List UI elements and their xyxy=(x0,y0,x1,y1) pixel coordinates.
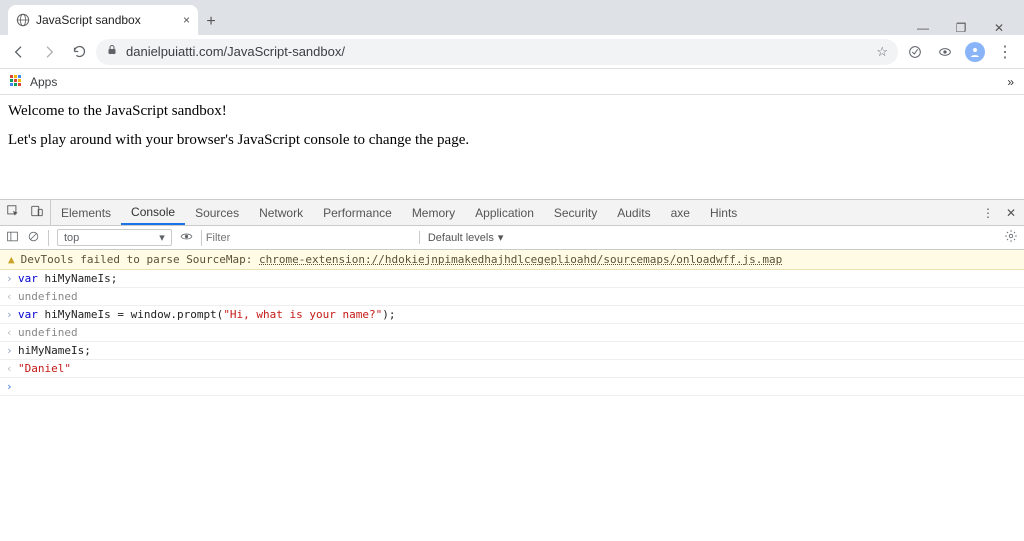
globe-icon xyxy=(16,13,30,27)
page-line-2: Let's play around with your browser's Ja… xyxy=(8,132,1016,149)
tab-title: JavaScript sandbox xyxy=(36,13,177,27)
back-button[interactable] xyxy=(6,39,32,65)
devtools-tab-sources[interactable]: Sources xyxy=(185,200,249,225)
apps-label[interactable]: Apps xyxy=(30,75,57,89)
clear-console-icon[interactable] xyxy=(27,230,40,246)
chevron-down-icon: ▾ xyxy=(498,231,504,244)
console-input-line: ›hiMyNameIs; xyxy=(0,342,1024,360)
devtools-left-controls xyxy=(0,200,51,225)
maximize-button[interactable]: ❐ xyxy=(954,21,968,35)
console-body[interactable]: ›var hiMyNameIs; ‹undefined ›var hiMyNam… xyxy=(0,270,1024,396)
tab-strip: JavaScript sandbox × + — ❐ ✕ xyxy=(0,0,1024,35)
device-icon[interactable] xyxy=(30,204,44,221)
lock-icon xyxy=(106,44,118,59)
close-icon[interactable]: × xyxy=(183,13,190,27)
console-sidebar-icon[interactable] xyxy=(6,230,19,246)
star-icon[interactable]: ☆ xyxy=(876,44,888,60)
devtools-tab-memory[interactable]: Memory xyxy=(402,200,465,225)
apps-icon[interactable] xyxy=(10,75,24,89)
console-input-line: ›var hiMyNameIs = window.prompt("Hi, wha… xyxy=(0,306,1024,324)
console-output-line: ‹undefined xyxy=(0,324,1024,342)
devtools-tab-console[interactable]: Console xyxy=(121,200,185,225)
devtools-menu-icon[interactable]: ⋮ xyxy=(982,206,994,220)
chevron-down-icon: ▾ xyxy=(159,231,165,244)
inspect-icon[interactable] xyxy=(6,204,20,221)
warning-link[interactable]: chrome-extension://hdokiejnpimakedhajhdl… xyxy=(259,253,782,266)
log-levels-selector[interactable]: Default levels ▾ xyxy=(419,231,504,244)
console-toolbar: top▾ Default levels ▾ xyxy=(0,226,1024,250)
profile-avatar[interactable] xyxy=(962,39,988,65)
console-output-line: ‹undefined xyxy=(0,288,1024,306)
console-input-line: ›var hiMyNameIs; xyxy=(0,270,1024,288)
url-text: danielpuiatti.com/JavaScript-sandbox/ xyxy=(126,44,868,59)
devtools-tab-axe[interactable]: axe xyxy=(661,200,700,225)
context-selector[interactable]: top▾ xyxy=(57,229,172,246)
live-expression-icon[interactable] xyxy=(180,230,193,246)
devtools-tabbar: ElementsConsoleSourcesNetworkPerformance… xyxy=(0,200,1024,226)
window-controls: — ❐ ✕ xyxy=(916,15,1024,35)
warning-icon: ▲ xyxy=(8,253,15,266)
devtools-right-controls: ⋮ ✕ xyxy=(974,200,1024,225)
browser-tab[interactable]: JavaScript sandbox × xyxy=(8,5,198,35)
new-tab-button[interactable]: + xyxy=(198,9,224,35)
devtools-tab-hints[interactable]: Hints xyxy=(700,200,747,225)
browser-toolbar: danielpuiatti.com/JavaScript-sandbox/ ☆ … xyxy=(0,35,1024,69)
console-output-line: ‹"Daniel" xyxy=(0,360,1024,378)
devtools-tab-application[interactable]: Application xyxy=(465,200,544,225)
devtools-tab-audits[interactable]: Audits xyxy=(607,200,660,225)
devtools-tab-performance[interactable]: Performance xyxy=(313,200,402,225)
console-settings-icon[interactable] xyxy=(1004,229,1018,246)
devtools-panel: ElementsConsoleSourcesNetworkPerformance… xyxy=(0,199,1024,396)
browser-menu-button[interactable]: ⋮ xyxy=(992,39,1018,65)
page-line-1: Welcome to the JavaScript sandbox! xyxy=(8,103,1016,120)
console-warning: ▲ DevTools failed to parse SourceMap: ch… xyxy=(0,250,1024,270)
extension-icon-1[interactable] xyxy=(902,39,928,65)
console-prompt: › xyxy=(0,378,1024,396)
devtools-tab-network[interactable]: Network xyxy=(249,200,313,225)
devtools-tab-security[interactable]: Security xyxy=(544,200,607,225)
devtools-close-icon[interactable]: ✕ xyxy=(1006,206,1016,220)
minimize-button[interactable]: — xyxy=(916,21,930,35)
devtools-tab-elements[interactable]: Elements xyxy=(51,200,121,225)
bookmarks-bar: Apps » xyxy=(0,69,1024,95)
close-window-button[interactable]: ✕ xyxy=(992,21,1006,35)
reload-button[interactable] xyxy=(66,39,92,65)
page-content: Welcome to the JavaScript sandbox! Let's… xyxy=(0,95,1024,199)
eye-icon[interactable] xyxy=(932,39,958,65)
console-filter-input[interactable] xyxy=(201,230,411,246)
bookmarks-overflow-icon[interactable]: » xyxy=(1007,75,1014,89)
warning-text: DevTools failed to parse SourceMap: xyxy=(21,253,259,266)
address-bar[interactable]: danielpuiatti.com/JavaScript-sandbox/ ☆ xyxy=(96,39,898,65)
forward-button[interactable] xyxy=(36,39,62,65)
